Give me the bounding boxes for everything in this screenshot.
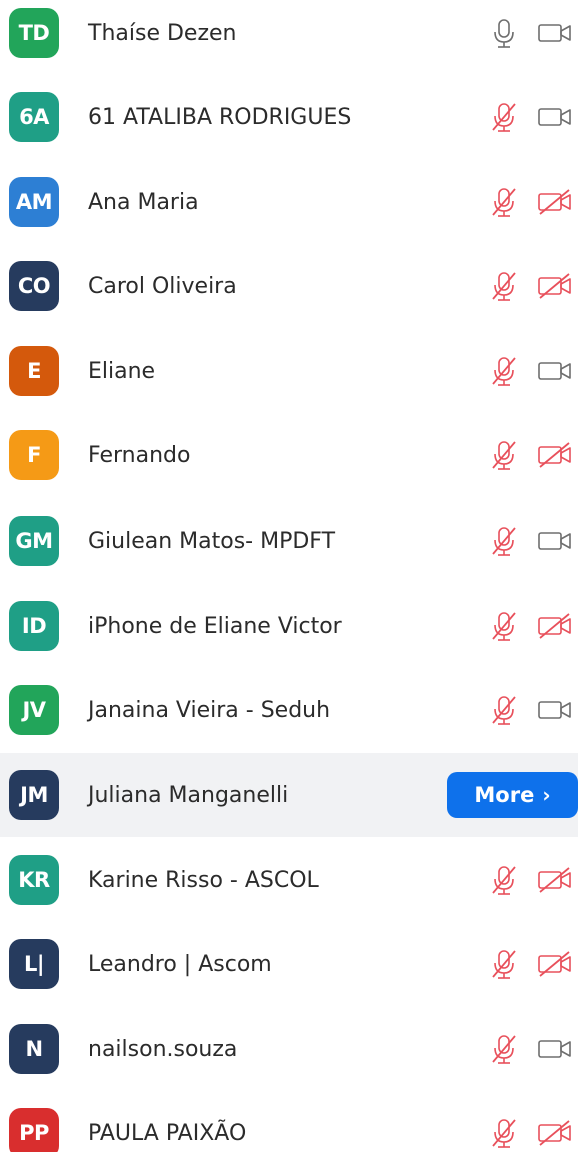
participant-row[interactable]: E Eliane (0, 329, 578, 413)
participant-name: 61 ATALIBA RODRIGUES (88, 104, 352, 130)
avatar: E (9, 346, 59, 396)
avatar: CO (9, 261, 59, 311)
mic-muted-icon[interactable] (487, 354, 521, 388)
video-icon[interactable] (536, 102, 574, 132)
avatar: 6A (9, 92, 59, 142)
avatar: ID (9, 601, 59, 651)
participant-name: Juliana Manganelli (88, 782, 289, 808)
more-button-label: More (474, 783, 535, 807)
mic-muted-icon[interactable] (487, 269, 521, 303)
avatar: PP (9, 1108, 59, 1152)
participant-row[interactable]: Nnailson.souza (0, 1007, 578, 1091)
video-icon[interactable] (536, 18, 574, 48)
video-off-icon[interactable] (536, 865, 574, 895)
video-off-icon[interactable] (536, 949, 574, 979)
avatar: F (9, 430, 59, 480)
participant-name: Eliane (88, 358, 156, 384)
avatar: L| (9, 939, 59, 989)
participant-name: Giulean Matos- MPDFT (88, 528, 336, 554)
video-icon[interactable] (536, 526, 574, 556)
mic-muted-icon[interactable] (487, 693, 521, 727)
mic-muted-icon[interactable] (487, 185, 521, 219)
participant-row[interactable]: JV Janaina Vieira - Seduh (0, 668, 578, 752)
mic-muted-icon[interactable] (487, 1116, 521, 1150)
participant-row[interactable]: CO Carol Oliveira (0, 244, 578, 328)
chevron-right-icon: › (542, 783, 551, 807)
video-off-icon[interactable] (536, 611, 574, 641)
mic-muted-icon[interactable] (487, 438, 521, 472)
participant-name: Leandro | Ascom (88, 951, 272, 977)
participant-row[interactable]: L| Leandro | Ascom (0, 922, 578, 1006)
video-icon[interactable] (536, 356, 574, 386)
participant-name: Carol Oliveira (88, 273, 237, 299)
avatar: GM (9, 516, 59, 566)
avatar: TD (9, 8, 59, 58)
participant-row[interactable]: F Fernando (0, 413, 578, 497)
participant-name: nailson.souza (88, 1036, 238, 1062)
participant-row[interactable]: ID iPhone de Eliane Victor (0, 584, 578, 668)
participant-row[interactable]: AM Ana Maria (0, 160, 578, 244)
participant-name: iPhone de Eliane Victor (88, 613, 342, 639)
participant-name: Karine Risso - ASCOL (88, 867, 319, 893)
participant-row[interactable]: PP PAULA PAIXÃO (0, 1091, 578, 1152)
participant-row[interactable]: GM Giulean Matos- MPDFT (0, 499, 578, 583)
avatar: N (9, 1024, 59, 1074)
avatar: JV (9, 685, 59, 735)
mic-muted-icon[interactable] (487, 524, 521, 558)
participant-row[interactable]: KR Karine Risso - ASCOL (0, 838, 578, 922)
video-off-icon[interactable] (536, 271, 574, 301)
more-button[interactable]: More › (447, 772, 578, 818)
video-off-icon[interactable] (536, 1118, 574, 1148)
video-icon[interactable] (536, 1034, 574, 1064)
video-icon[interactable] (536, 695, 574, 725)
participant-name: Janaina Vieira - Seduh (88, 697, 331, 723)
mic-muted-icon[interactable] (487, 947, 521, 981)
avatar: AM (9, 177, 59, 227)
participant-name: Ana Maria (88, 189, 199, 215)
participant-name: Thaíse Dezen (88, 20, 237, 46)
video-off-icon[interactable] (536, 187, 574, 217)
participants-list: TD Thaíse Dezen 6A 61 ATALIBA RODRIGUES AM An… (0, 0, 578, 1152)
mic-muted-icon[interactable] (487, 609, 521, 643)
participant-row[interactable]: TD Thaíse Dezen (0, 0, 578, 75)
mic-muted-icon[interactable] (487, 863, 521, 897)
participant-row[interactable]: 6A 61 ATALIBA RODRIGUES (0, 75, 578, 159)
participant-name: Fernando (88, 442, 191, 468)
video-off-icon[interactable] (536, 440, 574, 470)
mic-muted-icon[interactable] (487, 1032, 521, 1066)
avatar: JM (9, 770, 59, 820)
mic-icon[interactable] (487, 16, 521, 50)
avatar: KR (9, 855, 59, 905)
mic-muted-icon[interactable] (487, 100, 521, 134)
participant-name: PAULA PAIXÃO (88, 1120, 247, 1146)
participant-row[interactable]: JM Juliana Manganelli More › (0, 753, 578, 837)
